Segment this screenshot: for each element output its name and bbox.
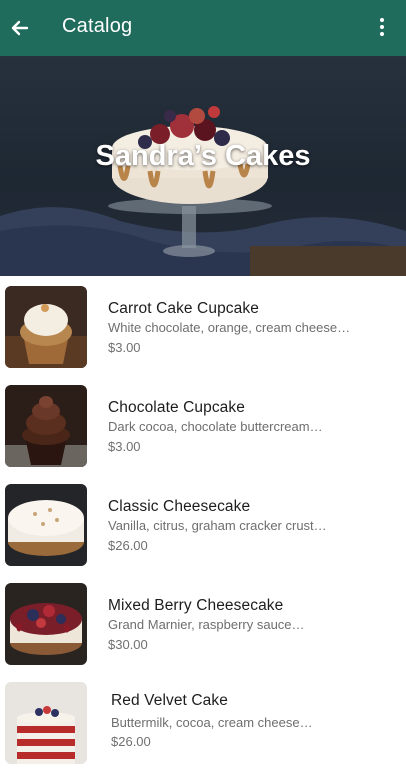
product-description: Vanilla, citrus, graham cracker crust… — [108, 518, 327, 533]
product-description: Grand Marnier, raspberry sauce… — [108, 617, 305, 632]
product-price: $26.00 — [111, 734, 151, 749]
product-image — [5, 583, 87, 665]
product-item-mixed-berry-cheesecake[interactable]: Mixed Berry Cheesecake Grand Marnier, ra… — [0, 573, 406, 672]
product-image — [5, 385, 87, 467]
product-description: Dark cocoa, chocolate buttercream… — [108, 419, 323, 434]
product-price: $26.00 — [108, 538, 148, 553]
arrow-left-icon — [11, 20, 29, 36]
product-image — [5, 286, 87, 368]
product-price: $3.00 — [108, 439, 141, 454]
product-price: $30.00 — [108, 637, 148, 652]
product-name: Carrot Cake Cupcake — [108, 300, 259, 317]
app-bar: Catalog — [0, 0, 406, 56]
product-name: Mixed Berry Cheesecake — [108, 597, 284, 614]
product-item-classic-cheesecake[interactable]: Classic Cheesecake Vanilla, citrus, grah… — [0, 474, 406, 573]
page-title: Catalog — [62, 15, 133, 37]
product-item-chocolate-cupcake[interactable]: Chocolate Cupcake Dark cocoa, chocolate … — [0, 375, 406, 474]
back-button[interactable] — [6, 14, 34, 42]
product-name: Classic Cheesecake — [108, 498, 251, 515]
more-vertical-icon — [378, 18, 386, 36]
product-item-carrot-cake-cupcake[interactable]: Carrot Cake Cupcake White chocolate, ora… — [0, 276, 406, 375]
hero-banner: Sandra’s Cakes — [0, 56, 406, 276]
product-item-red-velvet-cake[interactable]: Red Velvet Cake Buttermilk, cocoa, cream… — [0, 672, 406, 771]
product-name: Chocolate Cupcake — [108, 399, 245, 416]
product-description: Buttermilk, cocoa, cream cheese… — [111, 715, 313, 730]
product-price: $3.00 — [108, 340, 141, 355]
product-name: Red Velvet Cake — [111, 692, 228, 709]
product-image — [5, 682, 87, 764]
product-list: Carrot Cake Cupcake White chocolate, ora… — [0, 276, 406, 771]
shop-title: Sandra’s Cakes — [95, 140, 311, 172]
more-options-button[interactable] — [378, 18, 386, 38]
product-image — [5, 484, 87, 566]
product-description: White chocolate, orange, cream cheese… — [108, 320, 351, 335]
